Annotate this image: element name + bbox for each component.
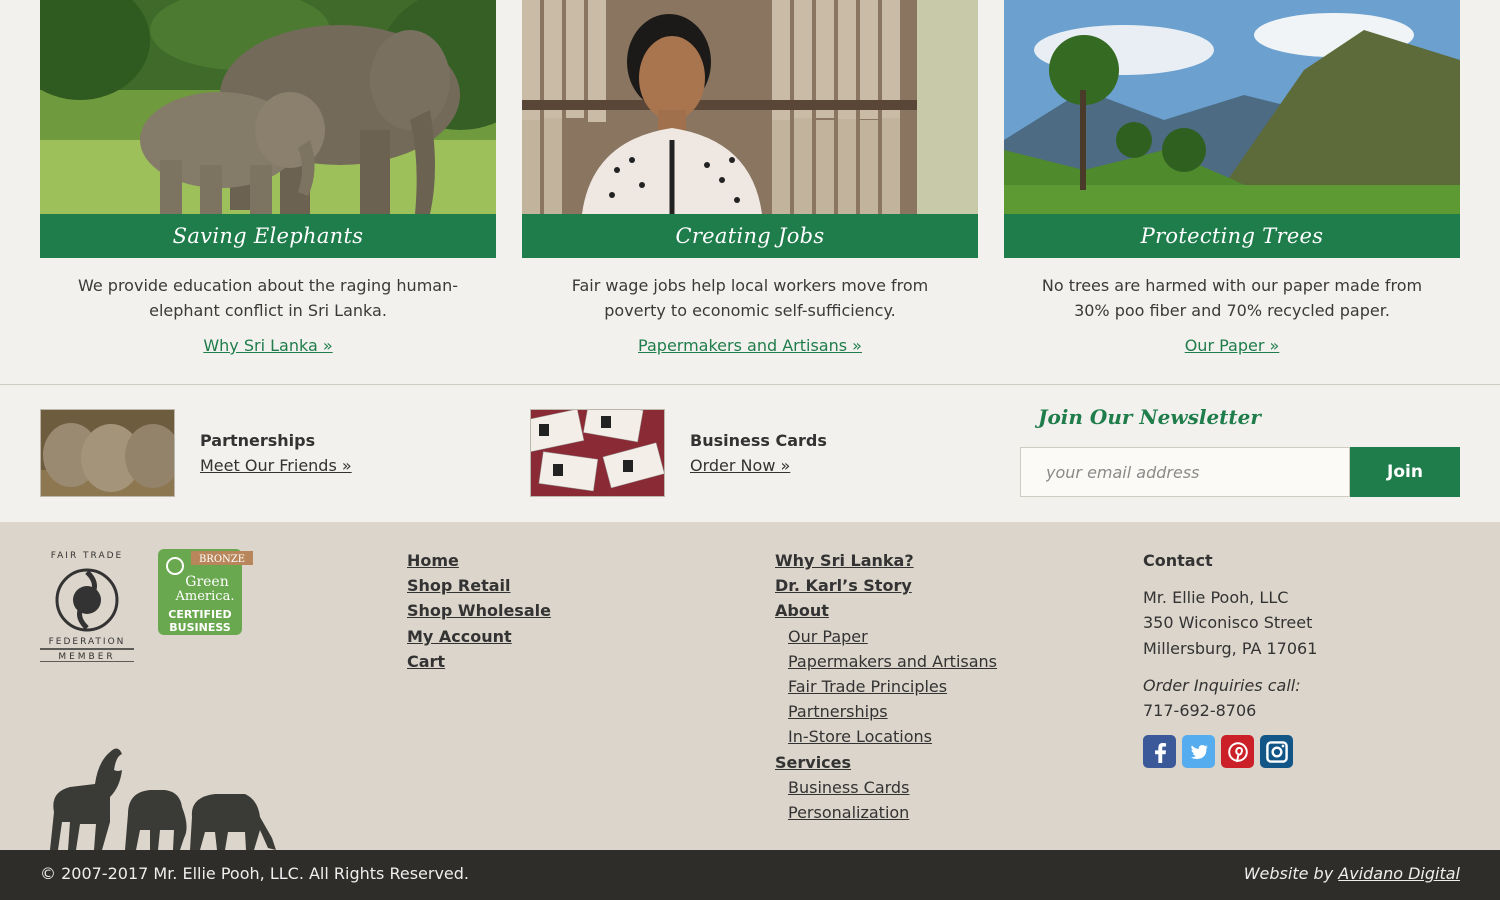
business-cards-title: Business Cards [690,431,827,450]
contact-street: 350 Wiconisco Street [1143,613,1313,633]
footer-link-in-store-locations[interactable]: In-Store Locations [775,724,997,749]
site-footer: FAIR TRADE FEDERATION MEMBER BRONZE Gree… [0,522,1500,850]
features-section: Saving Elephants We provide education ab… [0,0,1500,384]
partnerships-promo: Partnerships Meet Our Friends » [40,409,352,497]
footer-link-shop-retail[interactable]: Shop Retail [407,573,551,598]
footer-link-shop-wholesale[interactable]: Shop Wholesale [407,598,551,623]
green-america-cert-2: BUSINESS [169,621,230,634]
business-cards-thumbnail[interactable] [530,409,665,497]
footer-link-home[interactable]: Home [407,548,551,573]
footer-contact: Contact Mr. Ellie Pooh, LLC 350 Wiconisc… [1143,548,1318,769]
fair-trade-top-text: FAIR TRADE [51,551,123,561]
feature-description: Fair wage jobs help local workers move f… [571,276,929,320]
fair-trade-bottom-text: FEDERATION [49,637,126,647]
copyright-text: © 2007-2017 Mr. Ellie Pooh, LLC. All Rig… [40,864,470,883]
mountains-photo[interactable]: Protecting Trees [1004,0,1460,258]
pinterest-icon[interactable] [1221,735,1254,769]
newsletter-heading: Join Our Newsletter [1038,405,1261,429]
promo-row: Partnerships Meet Our Friends » Business… [0,385,1500,522]
feature-title: Creating Jobs [522,214,978,258]
footer-link-our-paper[interactable]: Our Paper [775,624,997,649]
join-button[interactable]: Join [1350,447,1460,497]
bottom-bar: © 2007-2017 Mr. Ellie Pooh, LLC. All Rig… [0,850,1500,900]
newsletter-signup: Join Our Newsletter Join [1020,405,1460,497]
footer-link-papermakers[interactable]: Papermakers and Artisans [775,649,997,674]
newsletter-form: Join [1020,447,1460,497]
feature-card-trees: Protecting Trees No trees are harmed wit… [1004,0,1460,355]
footer-link-cart[interactable]: Cart [407,649,551,674]
footer-link-partnerships[interactable]: Partnerships [775,699,997,724]
email-input[interactable] [1020,447,1350,497]
order-inquiries-label: Order Inquiries call: [1143,675,1301,695]
partnerships-thumbnail[interactable] [40,409,175,497]
elephants-photo[interactable]: Saving Elephants [40,0,496,258]
footer-link-fair-trade-principles[interactable]: Fair Trade Principles [775,674,997,699]
partnerships-title: Partnerships [200,431,316,450]
footer-nav-about: Why Sri Lanka? Dr. Karl’s Story About Ou… [775,548,997,825]
why-sri-lanka-link[interactable]: Why Sri Lanka » [40,336,496,355]
twitter-icon[interactable] [1182,735,1215,769]
social-links [1143,735,1317,769]
meet-our-friends-link[interactable]: Meet Our Friends » [200,453,352,478]
feature-title: Saving Elephants [40,214,496,258]
facebook-icon[interactable] [1143,735,1176,769]
feature-title: Protecting Trees [1004,214,1460,258]
feature-description: No trees are harmed with our paper made … [1041,276,1423,320]
fair-trade-federation-badge[interactable]: FAIR TRADE FEDERATION MEMBER [40,546,136,666]
avidano-digital-link[interactable]: Avidano Digital [1338,864,1460,883]
footer-link-services[interactable]: Services [775,750,997,775]
artisan-photo[interactable]: Creating Jobs [522,0,978,258]
contact-heading: Contact [1143,551,1213,570]
green-america-badge[interactable]: BRONZE Green America. CERTIFIED BUSINESS [157,548,253,642]
fair-trade-member-text: MEMBER [58,652,115,662]
green-america-cert-1: CERTIFIED [168,608,231,621]
footer-link-dr-karls-story[interactable]: Dr. Karl’s Story [775,573,997,598]
contact-city: Millersburg, PA 17061 [1143,638,1318,658]
footer-link-about[interactable]: About [775,598,997,623]
order-now-link[interactable]: Order Now » [690,453,827,478]
elephant-silhouette-logo [40,742,280,854]
instagram-icon[interactable] [1260,735,1293,769]
contact-company: Mr. Ellie Pooh, LLC [1143,588,1289,608]
credit-prefix: Website by [1243,864,1334,883]
footer-link-personalization[interactable]: Personalization [775,800,997,825]
feature-card-elephants: Saving Elephants We provide education ab… [40,0,496,355]
green-america-tier-text: BRONZE [199,554,245,565]
contact-phone[interactable]: 717-692-8706 [1143,698,1317,723]
footer-link-business-cards[interactable]: Business Cards [775,775,997,800]
business-cards-promo: Business Cards Order Now » [530,409,827,497]
footer-link-why-sri-lanka[interactable]: Why Sri Lanka? [775,548,997,573]
footer-nav-shop: Home Shop Retail Shop Wholesale My Accou… [407,548,551,674]
feature-card-jobs: Creating Jobs Fair wage jobs help local … [522,0,978,355]
green-america-name-1: Green [185,574,228,590]
website-credit: Website by Avidano Digital [1244,864,1460,883]
footer-link-my-account[interactable]: My Account [407,624,551,649]
papermakers-link[interactable]: Papermakers and Artisans » [522,336,978,355]
feature-description: We provide education about the raging hu… [77,276,458,320]
our-paper-link[interactable]: Our Paper » [1004,336,1460,355]
green-america-name-2: America. [175,589,235,604]
